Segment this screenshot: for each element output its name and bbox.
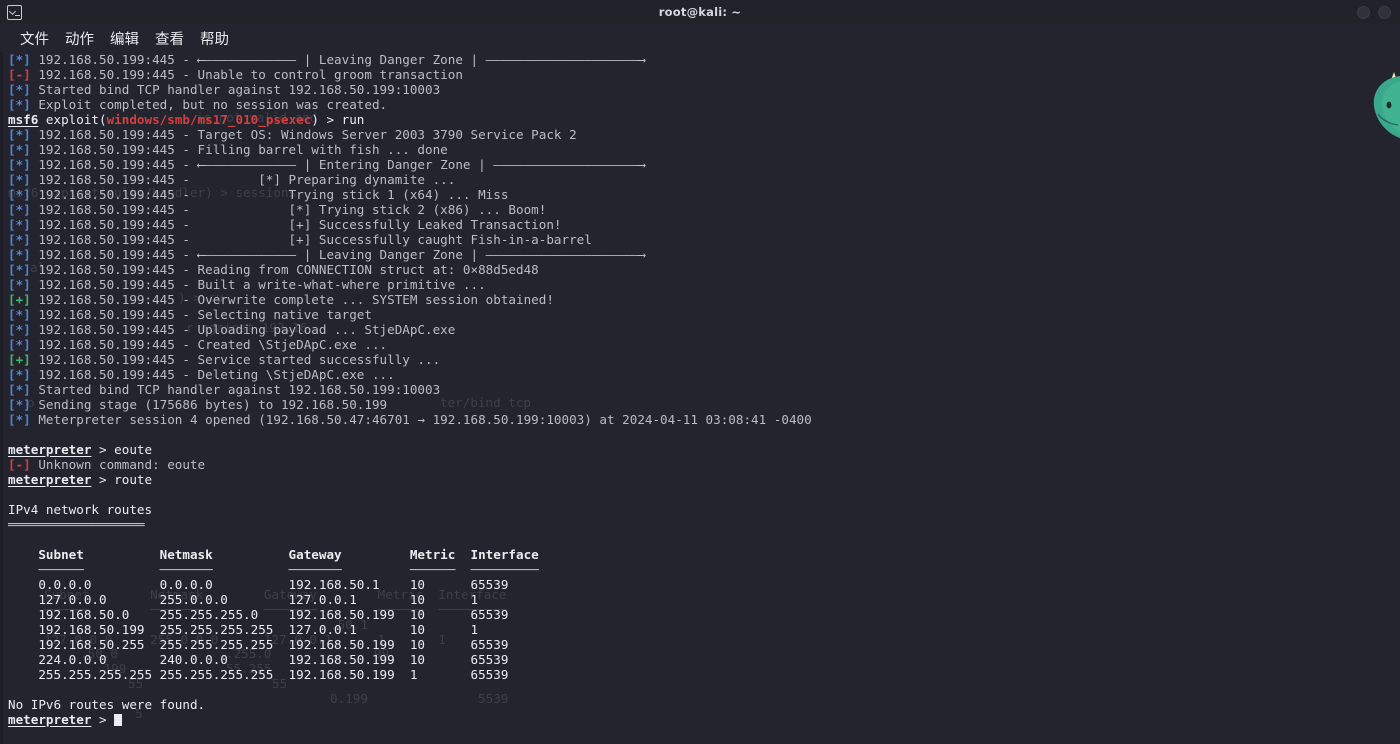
terminal-log-line: [-] 192.168.50.199:445 - Unable to contr…	[8, 67, 463, 82]
route-table-header-rule: ────── ─────── ─────── ────── ─────────	[8, 562, 547, 577]
terminal-log-line: [*] 192.168.50.199:445 - ⟵———————————— |…	[8, 52, 645, 67]
window-titlebar: root@kali: ~	[0, 0, 1400, 24]
route-table-row: 255.255.255.255 255.255.255.255 192.168.…	[8, 667, 547, 682]
menubar: 文件 动作 编辑 查看 帮助	[0, 24, 1400, 52]
terminal-log-line: [*] 192.168.50.199:445 - Filling barrel …	[8, 142, 448, 157]
terminal-log-line: [*] 192.168.50.199:445 - Target OS: Wind…	[8, 127, 577, 142]
terminal-error-line: [-] Unknown command: eoute	[8, 457, 206, 472]
route-table-title: IPv4 network routes	[8, 502, 153, 517]
terminal-output-area[interactable]: is not valid and msf6 exploit(multi/handl…	[0, 52, 1400, 744]
terminal-log-line: [*] 192.168.50.199:445 - Deleting \StjeD…	[8, 367, 395, 382]
terminal-cursor	[114, 713, 123, 726]
terminal-icon	[7, 4, 22, 20]
terminal-log-line: [*] 192.168.50.199:445 - [*] Preparing d…	[8, 172, 456, 187]
terminal-log-line: [*] 192.168.50.199:445 - [+] Successfull…	[8, 217, 562, 232]
terminal-log-line: [*] Started bind TCP handler against 192…	[8, 382, 441, 397]
menu-file[interactable]: 文件	[12, 26, 57, 51]
terminal-log-line: [*] 192.168.50.199:445 - Uploading paylo…	[8, 322, 456, 337]
menu-edit[interactable]: 编辑	[102, 26, 147, 51]
terminal-log-line: [*] 192.168.50.199:445 - [+] Successfull…	[8, 232, 592, 247]
minimize-button[interactable]	[1357, 5, 1370, 19]
terminal-log-line: [*] Started bind TCP handler against 192…	[8, 82, 441, 97]
route-table-header: Subnet Netmask Gateway Metric Interface	[8, 547, 547, 562]
route-table-row: 0.0.0.0 0.0.0.0 192.168.50.1 10 65539	[8, 577, 547, 592]
terminal-final-prompt: meterpreter >	[8, 712, 1400, 727]
terminal-log-line: [*] 192.168.50.199:445 - [*] Trying stic…	[8, 202, 547, 217]
terminal-log-line: [*] Exploit completed, but no session wa…	[8, 97, 388, 112]
route-table-row: 192.168.50.0 255.255.255.0 192.168.50.19…	[8, 607, 547, 622]
window-controls	[1357, 0, 1391, 24]
route-table-row: 192.168.50.255 255.255.255.255 192.168.5…	[8, 637, 547, 652]
terminal-lines: [*] 192.168.50.199:445 - ⟵———————————— |…	[8, 52, 1400, 727]
terminal-log-line: [*] 192.168.50.199:445 - ⟵———————————— |…	[8, 157, 645, 172]
terminal-prompt-line: meterpreter > route	[8, 472, 153, 487]
route-table-row: 224.0.0.0 240.0.0.0 192.168.50.199 10 65…	[8, 652, 547, 667]
terminal-log-line: [+] 192.168.50.199:445 - Overwrite compl…	[8, 292, 554, 307]
maximize-button[interactable]	[1378, 5, 1391, 19]
menu-help[interactable]: 帮助	[192, 26, 237, 51]
terminal-log-line: [*] 192.168.50.199:445 - ⟵———————————— |…	[8, 247, 645, 262]
terminal-log-line: [*] 192.168.50.199:445 - Trying stick 1 …	[8, 187, 509, 202]
ipv6-routes-message: No IPv6 routes were found.	[8, 697, 206, 712]
terminal-prompt-line: msf6 exploit(windows/smb/ms17_010_psexec…	[8, 112, 365, 127]
terminal-log-line: [*] 192.168.50.199:445 - Built a write-w…	[8, 277, 486, 292]
terminal-log-line: [*] Meterpreter session 4 opened (192.16…	[8, 412, 812, 427]
terminal-log-line: [*] 192.168.50.199:445 - Reading from CO…	[8, 262, 539, 277]
terminal-prompt-line: meterpreter > eoute	[8, 442, 153, 457]
window-title: root@kali: ~	[658, 5, 742, 19]
route-table-row: 192.168.50.199 255.255.255.255 127.0.0.1…	[8, 622, 547, 637]
route-table-row: 127.0.0.0 255.0.0.0 127.0.0.1 10 1	[8, 592, 547, 607]
terminal-log-line: [*] 192.168.50.199:445 - Selecting nativ…	[8, 307, 372, 322]
terminal-log-line: [*] Sending stage (175686 bytes) to 192.…	[8, 397, 388, 412]
menu-actions[interactable]: 动作	[57, 26, 102, 51]
terminal-left-edge	[0, 52, 3, 744]
terminal-log-line: [+] 192.168.50.199:445 - Service started…	[8, 352, 441, 367]
terminal-log-line: [*] 192.168.50.199:445 - Created \StjeDA…	[8, 337, 388, 352]
menu-view[interactable]: 查看	[147, 26, 192, 51]
route-table-title-rule: ══════════════════	[8, 517, 145, 532]
